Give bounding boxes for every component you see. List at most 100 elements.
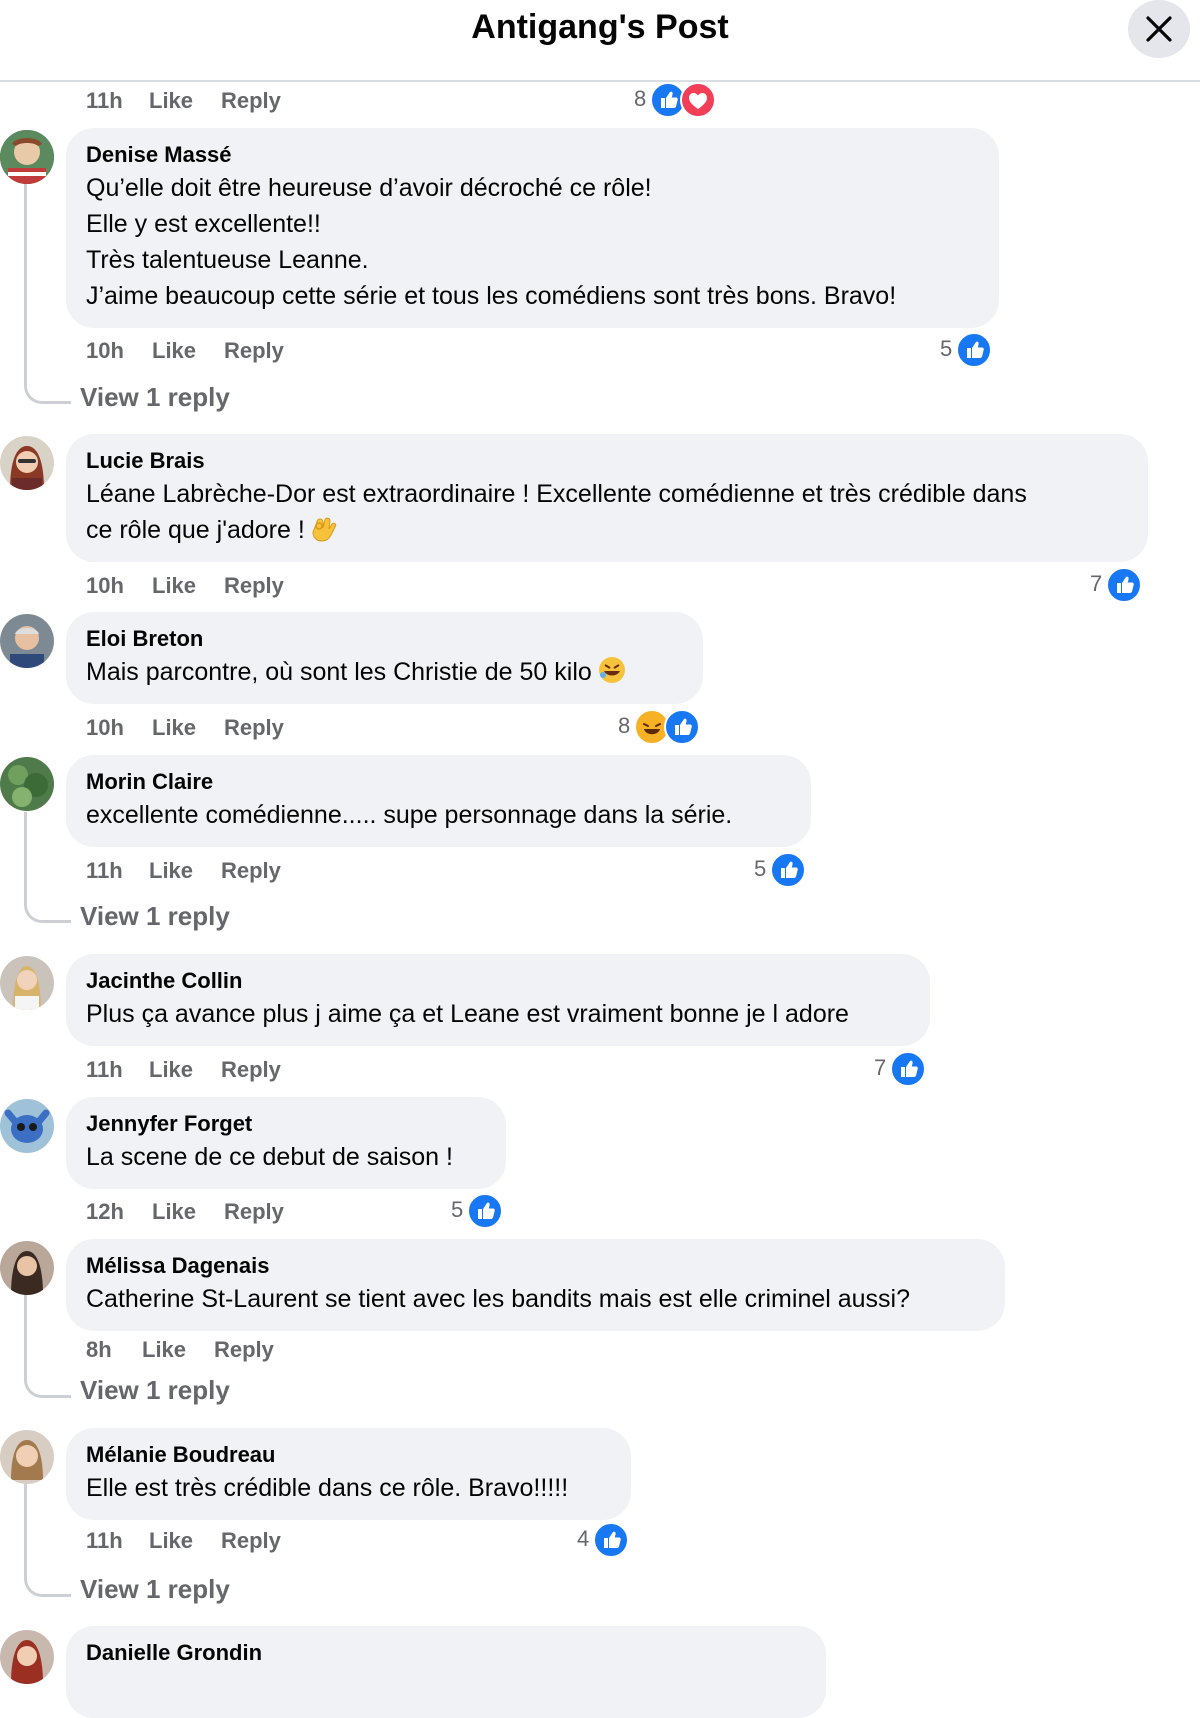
- reaction-summary[interactable]: 8: [634, 82, 716, 118]
- like-link[interactable]: Like: [149, 1057, 193, 1083]
- reaction-count: 5: [754, 856, 767, 881]
- reply-link[interactable]: Reply: [221, 1057, 281, 1083]
- comment-bubble: Jennyfer Forget La scene de ce debut de …: [66, 1097, 506, 1189]
- reply-link[interactable]: Reply: [224, 715, 284, 741]
- reply-link[interactable]: Reply: [224, 338, 284, 364]
- comment-timestamp: 10h: [86, 338, 124, 363]
- reaction-count: 5: [451, 1197, 464, 1222]
- comment-line: J’aime beaucoup cette série et tous les …: [86, 282, 897, 310]
- avatar[interactable]: [0, 1099, 54, 1153]
- comment-bubble: Denise Massé Qu’elle doit être heureuse …: [66, 128, 999, 328]
- reply-link[interactable]: Reply: [221, 858, 281, 884]
- comment-line: Mais parcontre, où sont les Christie de …: [86, 658, 592, 686]
- comment-timestamp: 10h: [86, 715, 124, 740]
- avatar[interactable]: [0, 130, 54, 184]
- avatar[interactable]: [0, 436, 54, 490]
- comment-author[interactable]: Danielle Grondin: [86, 1638, 806, 1668]
- comment-timestamp: 10h: [86, 573, 124, 598]
- comment-text: Catherine St-Laurent se tient avec les b…: [86, 1281, 985, 1317]
- comment-line: Plus ça avance plus j aime ça et Leane e…: [86, 1000, 849, 1028]
- reaction-summary[interactable]: 5: [754, 852, 810, 888]
- comment-author[interactable]: Mélissa Dagenais: [86, 1251, 985, 1281]
- reply-link[interactable]: Reply: [221, 1528, 281, 1554]
- avatar[interactable]: [0, 956, 54, 1010]
- comment-bubble: Jacinthe Collin Plus ça avance plus j ai…: [66, 954, 930, 1046]
- like-link[interactable]: Like: [152, 715, 196, 741]
- comment-timestamp: 12h: [86, 1199, 124, 1224]
- reply-thread-line: [24, 1295, 71, 1398]
- view-replies-link[interactable]: View 1 reply: [80, 1574, 230, 1605]
- view-replies-link[interactable]: View 1 reply: [80, 382, 230, 413]
- like-link[interactable]: Like: [142, 1337, 186, 1363]
- view-replies-link[interactable]: View 1 reply: [80, 1375, 230, 1406]
- avatar[interactable]: [0, 1430, 54, 1484]
- reply-link[interactable]: Reply: [214, 1337, 274, 1363]
- comment-line: Qu’elle doit être heureuse d’avoir décro…: [86, 174, 652, 202]
- reply-link[interactable]: Reply: [224, 1199, 284, 1225]
- page-title: Antigang's Post: [471, 8, 729, 46]
- like-reaction-icon: [1106, 567, 1142, 603]
- like-link[interactable]: Like: [152, 338, 196, 364]
- comment-bubble: Morin Claire excellente comédienne..... …: [66, 755, 811, 847]
- comment-actions: 11h Like Reply: [86, 1053, 486, 1089]
- like-reaction-icon: [956, 332, 992, 368]
- reaction-summary[interactable]: 5: [940, 332, 996, 368]
- reply-thread-line: [24, 1484, 71, 1597]
- reaction-summary[interactable]: 7: [874, 1051, 930, 1087]
- close-button[interactable]: [1128, 0, 1190, 58]
- ok-hand-emoji-icon: [311, 512, 337, 552]
- like-link[interactable]: Like: [149, 858, 193, 884]
- comment-actions: 11h Like Reply: [86, 1524, 486, 1560]
- reaction-summary[interactable]: 4: [577, 1522, 633, 1558]
- avatar[interactable]: [0, 757, 54, 811]
- like-reaction-icon: [664, 709, 700, 745]
- love-reaction-icon: [680, 82, 716, 118]
- like-link[interactable]: Like: [152, 1199, 196, 1225]
- comment-text: La scene de ce debut de saison !: [86, 1139, 486, 1175]
- comment-bubble: Lucie Brais Léane Labrèche-Dor est extra…: [66, 434, 1148, 562]
- comment-text: Plus ça avance plus j aime ça et Leane e…: [86, 996, 910, 1032]
- comment-author[interactable]: Jennyfer Forget: [86, 1109, 486, 1139]
- reaction-summary[interactable]: 7: [1090, 567, 1146, 603]
- like-reaction-icon: [890, 1051, 926, 1087]
- reply-link[interactable]: Reply: [224, 573, 284, 599]
- comment-bubble: Eloi Breton Mais parcontre, où sont les …: [66, 612, 703, 704]
- comment-bubble: Mélissa Dagenais Catherine St-Laurent se…: [66, 1239, 1005, 1331]
- reaction-summary[interactable]: 8: [618, 709, 700, 745]
- close-icon: [1146, 16, 1172, 42]
- comment-author[interactable]: Denise Massé: [86, 140, 979, 170]
- comment-line: Très talentueuse Leanne.: [86, 246, 369, 274]
- like-link[interactable]: Like: [152, 573, 196, 599]
- comment-actions: 11h Like Reply: [86, 84, 486, 120]
- comment-text: excellente comédienne..... supe personna…: [86, 797, 791, 833]
- like-link[interactable]: Like: [149, 1528, 193, 1554]
- like-link[interactable]: Like: [149, 88, 193, 114]
- comment-text: Léane Labrèche-Dor est extraordinaire ! …: [86, 476, 1128, 552]
- avatar[interactable]: [0, 1241, 54, 1295]
- reaction-count: 4: [577, 1526, 590, 1551]
- comment-timestamp: 8h: [86, 1337, 112, 1362]
- comment-author[interactable]: Morin Claire: [86, 767, 791, 797]
- comment-actions: 8h Like Reply: [86, 1333, 486, 1369]
- comment-timestamp: 11h: [86, 1528, 123, 1553]
- comment-actions: 10h Like Reply: [86, 711, 486, 747]
- reply-link[interactable]: Reply: [221, 88, 281, 114]
- comment-author[interactable]: Jacinthe Collin: [86, 966, 910, 996]
- comment-text: Mais parcontre, où sont les Christie de …: [86, 654, 683, 694]
- comment-author[interactable]: Mélanie Boudreau: [86, 1440, 611, 1470]
- comment-line: Elle est très crédible dans ce rôle. Bra…: [86, 1474, 569, 1502]
- comment-text: Qu’elle doit être heureuse d’avoir décro…: [86, 170, 979, 314]
- avatar[interactable]: [0, 1630, 54, 1684]
- comment-author[interactable]: Eloi Breton: [86, 624, 683, 654]
- comment-timestamp: 11h: [86, 1057, 123, 1082]
- like-reaction-icon: [467, 1193, 503, 1229]
- comment-author[interactable]: Lucie Brais: [86, 446, 1128, 476]
- like-reaction-icon: [593, 1522, 629, 1558]
- rolling-laughing-emoji-icon: [598, 656, 626, 694]
- reply-thread-line: [24, 812, 71, 923]
- view-replies-link[interactable]: View 1 reply: [80, 901, 230, 932]
- comment-line: excellente comédienne..... supe personna…: [86, 801, 733, 829]
- avatar[interactable]: [0, 614, 54, 668]
- reaction-summary[interactable]: 5: [451, 1193, 507, 1229]
- reaction-count: 7: [874, 1055, 887, 1080]
